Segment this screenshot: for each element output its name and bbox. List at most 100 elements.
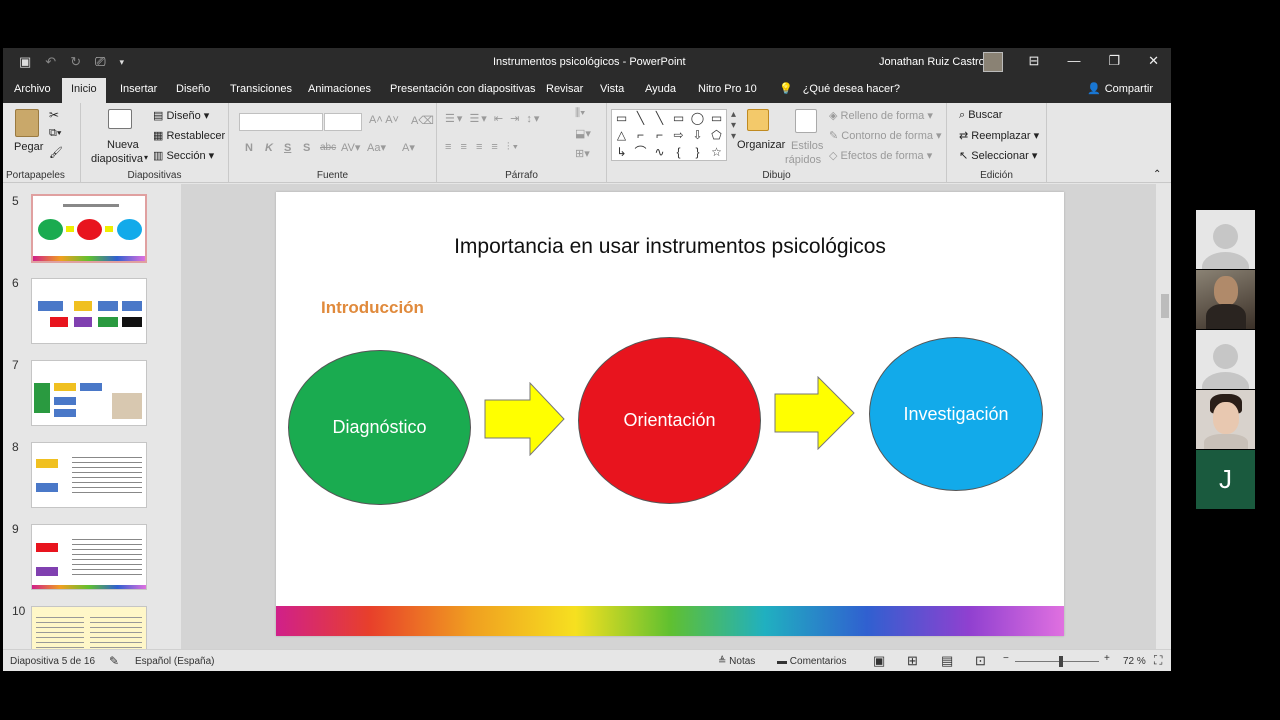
format-painter-icon[interactable]: 🖌 — [49, 146, 63, 159]
user-name[interactable]: Jonathan Ruiz Castro — [879, 56, 985, 68]
diagnostico-ellipse[interactable]: Diagnóstico — [288, 350, 471, 505]
quick-styles-button[interactable]: Estilos — [791, 140, 823, 152]
slide-sorter-icon[interactable]: ⊞ — [907, 653, 918, 669]
tab-archivo[interactable]: Archivo — [14, 83, 51, 95]
fit-to-window-icon[interactable]: ⛶ — [1154, 653, 1162, 668]
thumbnail-slide-6[interactable] — [31, 278, 147, 344]
font-name-field[interactable] — [239, 113, 323, 131]
new-slide-button[interactable]: Nueva — [107, 139, 139, 151]
change-case-icon[interactable]: Aa▾ — [367, 141, 386, 154]
tab-insertar[interactable]: Insertar — [120, 83, 157, 95]
font-grow-icon[interactable]: A˄ A˅ — [369, 114, 399, 126]
tab-nitro[interactable]: Nitro Pro 10 — [698, 83, 757, 95]
user-avatar[interactable] — [983, 52, 1003, 72]
text-direction-icon[interactable]: ⫼▾ — [575, 107, 585, 120]
slideshow-icon[interactable]: ⊡ — [975, 653, 986, 669]
share-button[interactable]: 👤 Compartir — [1087, 82, 1153, 95]
language-indicator[interactable]: Español (España) — [135, 656, 215, 667]
tab-inicio[interactable]: Inicio — [62, 78, 106, 103]
undo-icon[interactable]: ↶ — [45, 54, 56, 70]
participant-tile-3[interactable] — [1196, 330, 1255, 389]
underline-button[interactable]: S — [284, 142, 291, 154]
thumbnail-slide-8[interactable] — [31, 442, 147, 508]
restore-icon[interactable]: ❐ — [1108, 53, 1120, 69]
thumbnail-slide-7[interactable] — [31, 360, 147, 426]
collapse-ribbon-icon[interactable]: ⌃ — [1153, 169, 1161, 180]
participant-tile-1[interactable] — [1196, 210, 1255, 269]
shadow-button[interactable]: S — [303, 142, 310, 154]
normal-view-icon[interactable]: ▣ — [873, 653, 885, 669]
zoom-out-icon[interactable]: − — [1003, 653, 1009, 664]
layout-button[interactable]: ▤ Diseño ▾ — [153, 109, 209, 122]
participant-tile-initial[interactable]: J — [1196, 450, 1255, 509]
thumbnail-slide-5[interactable] — [31, 194, 147, 263]
tab-ayuda[interactable]: Ayuda — [645, 83, 676, 95]
participant-tile-2[interactable] — [1196, 270, 1255, 329]
tab-presentacion[interactable]: Presentación con diapositivas — [390, 83, 536, 95]
align-icon[interactable]: ≡ ≡ ≡ ≡ ⫶▾ — [445, 141, 521, 154]
paste-button[interactable]: Pegar — [14, 141, 43, 153]
align-text-icon[interactable]: ⬓▾ — [575, 127, 591, 140]
reading-view-icon[interactable]: ▤ — [941, 653, 953, 669]
save-icon[interactable]: ▣ — [19, 54, 31, 70]
shapes-gallery[interactable]: ▭ ╲ ╲ ▭ ◯ ▭ △ ⌐ ⌐ ⇨ ⇩ ⬠ ↳ ⌒ ∿{} ☆ — [611, 109, 727, 161]
new-slide-icon[interactable] — [108, 109, 132, 129]
slide-title[interactable]: Importancia en usar instrumentos psicoló… — [276, 235, 1064, 259]
notes-button[interactable]: ≜ Notas — [718, 656, 755, 667]
thumbnail-slide-9[interactable] — [31, 524, 147, 590]
tell-me-search[interactable]: 💡 ¿Qué desea hacer? — [779, 82, 900, 95]
shape-fill-button[interactable]: ◈ Relleno de forma ▾ — [829, 109, 933, 122]
zoom-level[interactable]: 72 % — [1123, 656, 1146, 667]
arrow-right-1[interactable] — [484, 382, 566, 456]
zoom-slider-thumb[interactable] — [1059, 656, 1064, 667]
tab-revisar[interactable]: Revisar — [546, 83, 583, 95]
tab-animaciones[interactable]: Animaciones — [308, 83, 371, 95]
shape-outline-button[interactable]: ✎ Contorno de forma ▾ — [829, 129, 942, 142]
italic-button[interactable]: K — [265, 142, 273, 154]
quick-styles-label[interactable]: rápidos — [785, 154, 821, 166]
zoom-in-icon[interactable]: + — [1104, 653, 1110, 664]
close-icon[interactable]: ✕ — [1148, 53, 1159, 69]
select-button[interactable]: ↖ Seleccionar ▾ — [959, 149, 1037, 162]
arrange-button[interactable]: Organizar — [737, 139, 785, 151]
char-spacing-icon[interactable]: AV▾ — [341, 141, 360, 154]
section-button[interactable]: ▥ Sección ▾ — [153, 149, 214, 162]
bullets-icon[interactable]: ☰▾ ☰▾ ⇤ ⇥ ↕▾ — [445, 112, 541, 125]
cut-icon[interactable]: ✂ — [49, 108, 59, 122]
shape-effects-button[interactable]: ◇ Efectos de forma ▾ — [829, 149, 932, 162]
spellcheck-icon[interactable]: ✎ — [109, 654, 119, 668]
strikethrough-button[interactable]: abc — [320, 142, 336, 153]
replace-button[interactable]: ⇄ Reemplazar ▾ — [959, 129, 1039, 142]
tab-vista[interactable]: Vista — [600, 83, 624, 95]
arrow-right-2[interactable] — [774, 376, 856, 450]
thumbnail-slide-10[interactable] — [31, 606, 147, 649]
find-button[interactable]: ⌕ Buscar — [959, 109, 1002, 122]
bold-button[interactable]: N — [245, 142, 253, 154]
comments-button[interactable]: ▬ Comentarios — [777, 656, 846, 667]
tab-transiciones[interactable]: Transiciones — [230, 83, 292, 95]
ribbon-display-icon[interactable]: ⊟ — [1029, 53, 1040, 69]
participant-tile-4[interactable] — [1196, 390, 1255, 449]
slide[interactable]: Importancia en usar instrumentos psicoló… — [276, 192, 1064, 636]
zoom-slider[interactable] — [1015, 656, 1099, 667]
slide-subtitle[interactable]: Introducción — [321, 298, 424, 318]
minimize-icon[interactable]: — — [1067, 53, 1080, 69]
quick-styles-icon[interactable] — [795, 109, 817, 133]
clear-format-icon[interactable]: A⌫ — [411, 114, 434, 127]
orientacion-ellipse[interactable]: Orientación — [578, 337, 761, 504]
redo-icon[interactable]: ↻ — [70, 54, 81, 70]
tab-diseno[interactable]: Diseño — [176, 83, 210, 95]
start-presentation-icon[interactable]: ⎚ — [95, 54, 105, 70]
arrange-icon[interactable] — [747, 109, 769, 131]
paste-icon[interactable] — [15, 109, 39, 137]
canvas-scrollbar[interactable] — [1159, 184, 1171, 649]
copy-icon[interactable]: ⧉▾ — [49, 127, 61, 140]
smartart-icon[interactable]: ⊞▾ — [575, 147, 590, 160]
reset-button[interactable]: ▦ Restablecer — [153, 129, 225, 142]
font-size-field[interactable] — [324, 113, 362, 131]
new-slide-chevron-icon[interactable]: ▾ — [144, 153, 148, 162]
new-slide-label[interactable]: diapositiva — [91, 153, 143, 165]
customize-qat-icon[interactable]: ▾ — [120, 54, 125, 70]
font-color-icon[interactable]: A▾ — [402, 141, 415, 154]
shapes-scroll-icon[interactable]: ▴ ▾ ▾ — [731, 109, 736, 142]
